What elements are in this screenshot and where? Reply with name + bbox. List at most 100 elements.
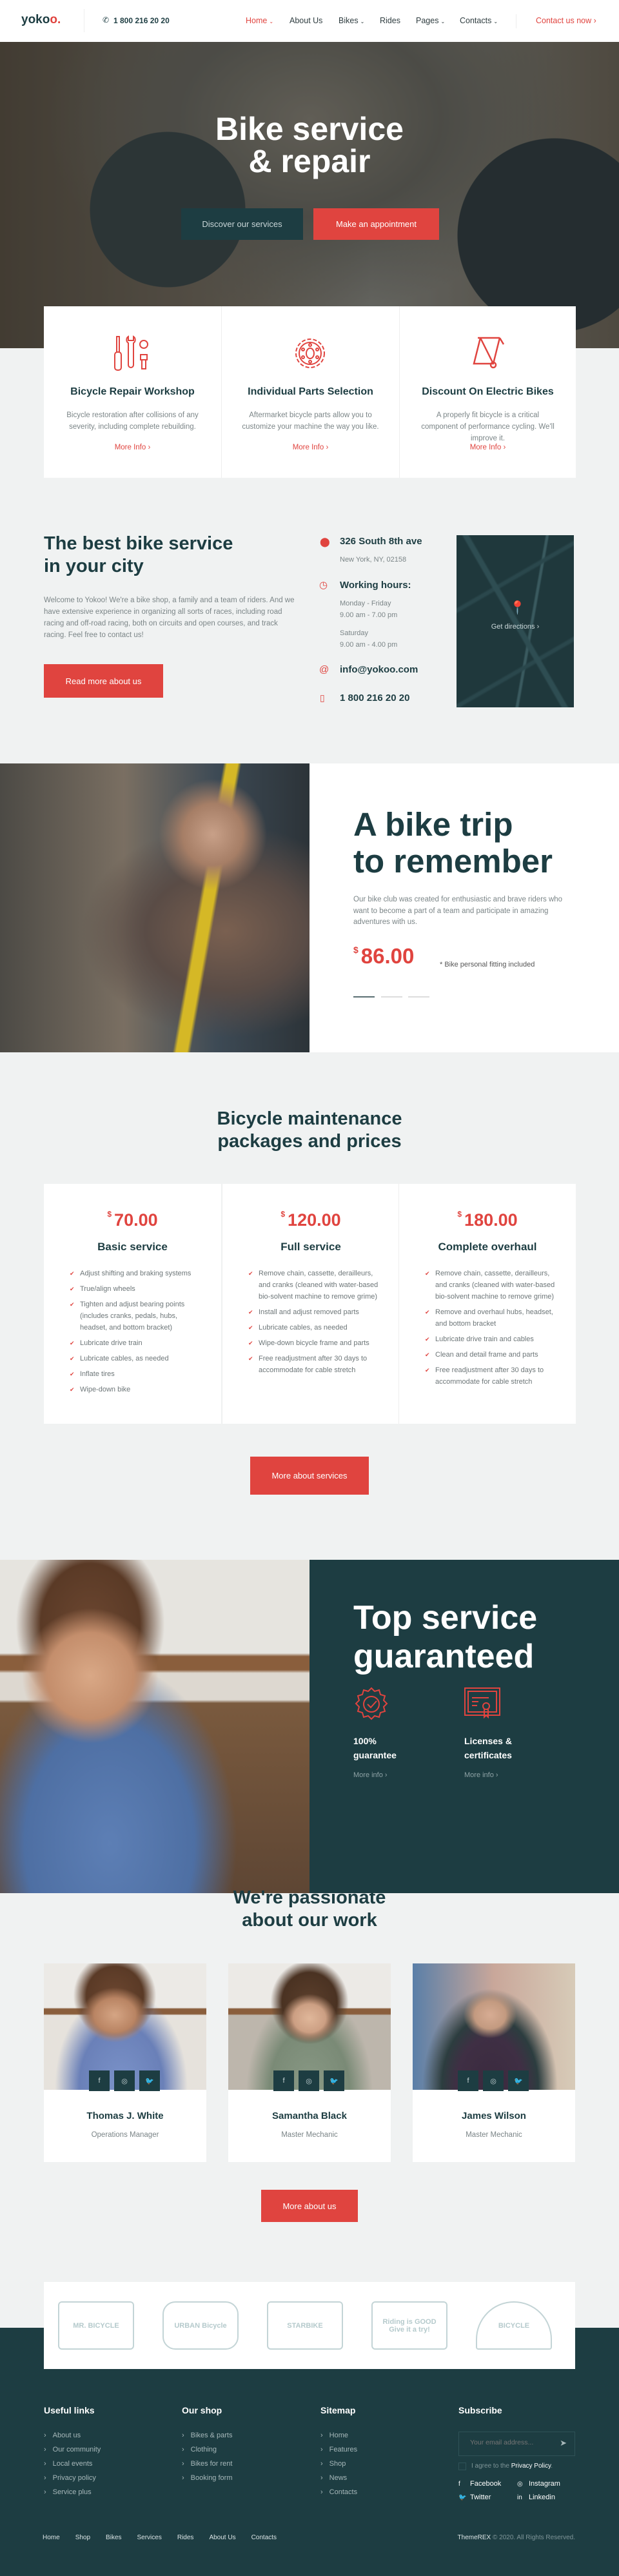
slide-dot[interactable]	[381, 996, 402, 998]
footer-link[interactable]: Local events	[44, 2457, 101, 2471]
nav-contacts[interactable]: Contacts ⌄	[460, 16, 498, 25]
more-about-services-button[interactable]: More about services	[250, 1457, 369, 1495]
item-line: certificates	[464, 1750, 512, 1760]
more-info-link[interactable]: More Info ›	[44, 444, 221, 451]
logo[interactable]: yokoo.	[21, 13, 61, 27]
brand-link[interactable]: ThemeREX	[458, 2534, 491, 2541]
bottom-link[interactable]: Bikes	[106, 2534, 121, 2541]
instagram-icon[interactable]: ◎	[299, 2070, 319, 2091]
header-phone[interactable]: 1 800 216 20 20	[113, 16, 170, 25]
map[interactable]: 📍 Get directions ›	[457, 535, 574, 707]
privacy-agreement: I agree to the Privacy Policy.	[471, 2463, 553, 2470]
plan-price: $180.00	[399, 1210, 576, 1230]
nav-pages[interactable]: Pages ⌄	[416, 16, 445, 25]
facebook-icon[interactable]: f	[89, 2070, 110, 2091]
footer-link[interactable]: Bikes for rent	[182, 2457, 233, 2471]
more-info-label: More Info	[292, 444, 324, 451]
feature-item: Remove chain, cassette, derailleurs, and…	[248, 1268, 384, 1303]
city: New York, NY, 02158	[340, 556, 407, 564]
linkedin-icon: in	[517, 2494, 522, 2501]
slide-dot-active[interactable]	[353, 996, 375, 998]
trip-panel: A bike trip to remember Our bike club wa…	[310, 763, 619, 1052]
facebook-icon[interactable]: f	[273, 2070, 294, 2091]
discover-services-button[interactable]: Discover our services	[181, 208, 303, 240]
bottom-link[interactable]: Contacts	[251, 2534, 277, 2541]
more-info-link[interactable]: More info ›	[464, 1771, 498, 1779]
partner-logo: STARBIKE	[267, 2301, 343, 2350]
social-link-facebook[interactable]: f Facebook	[458, 2480, 501, 2488]
team-card: f ◎ 🐦 James Wilson Master Mechanic	[413, 1963, 575, 2162]
footer-subscribe: Subscribe ➤ I agree to the Privacy Polic…	[458, 2405, 575, 2501]
pricing-title-line1: Bicycle maintenance	[217, 1108, 402, 1129]
nav-home[interactable]: Home ⌄	[246, 16, 273, 25]
footer-link[interactable]: Contacts	[320, 2485, 357, 2499]
footer-link[interactable]: News	[320, 2471, 357, 2485]
email-input[interactable]	[470, 2439, 554, 2446]
more-info-link[interactable]: More info ›	[353, 1771, 388, 1779]
more-about-us-button[interactable]: More about us	[261, 2190, 358, 2222]
bottom-link[interactable]: Rides	[177, 2534, 194, 2541]
phone-link[interactable]: 1 800 216 20 20	[340, 693, 409, 703]
footer-link[interactable]: Bikes & parts	[182, 2428, 233, 2443]
footer-column-useful-links: Useful links About usOur communityLocal e…	[44, 2405, 101, 2499]
nav-rides[interactable]: Rides	[380, 16, 400, 25]
instagram-icon[interactable]: ◎	[483, 2070, 504, 2091]
nav-bikes[interactable]: Bikes ⌄	[339, 16, 364, 25]
make-appointment-button[interactable]: Make an appointment	[313, 208, 439, 240]
footer-link[interactable]: Shop	[320, 2457, 357, 2471]
footer-link[interactable]: Features	[320, 2443, 357, 2457]
plan-features: Remove chain, cassette, derailleurs, and…	[425, 1268, 560, 1391]
footer-link[interactable]: Clothing	[182, 2443, 232, 2457]
bottom-link[interactable]: Services	[137, 2534, 162, 2541]
twitter-icon[interactable]: 🐦	[139, 2070, 160, 2091]
footer-link[interactable]: Home	[320, 2428, 357, 2443]
social-link-instagram[interactable]: ◎ Instagram	[517, 2480, 560, 2488]
feature-item: Clean and detail frame and parts	[425, 1349, 560, 1361]
feature-card: Discount On Electric Bikes A properly fi…	[400, 306, 576, 478]
read-more-about-button[interactable]: Read more about us	[44, 664, 163, 698]
social-link-linkedin[interactable]: in Linkedin	[517, 2493, 555, 2501]
address: 326 South 8th ave	[340, 536, 422, 547]
pricing-title: Bicycle maintenance packages and prices	[0, 1108, 619, 1153]
about-title-line2: in your city	[44, 556, 144, 576]
social-link-twitter[interactable]: 🐦 Twitter	[458, 2493, 491, 2501]
footer-links: Bikes & partsClothingBikes for rentBooki…	[182, 2428, 233, 2485]
email-link[interactable]: info@yokoo.com	[340, 664, 418, 675]
social-label: Linkedin	[529, 2493, 555, 2501]
team-card: f ◎ 🐦 Thomas J. White Operations Manager	[44, 1963, 206, 2162]
feature-item: Lubricate cables, as needed	[70, 1353, 206, 1364]
footer-link[interactable]: Our community	[44, 2443, 101, 2457]
bottom-link[interactable]: Shop	[75, 2534, 90, 2541]
privacy-checkbox[interactable]	[458, 2463, 466, 2470]
facebook-icon[interactable]: f	[458, 2070, 478, 2091]
facebook-icon: f	[458, 2481, 460, 2488]
footer-link[interactable]: Privacy policy	[44, 2471, 101, 2485]
agree-text: I agree to the	[471, 2463, 511, 2470]
contact-us-link[interactable]: Contact us now ›	[536, 16, 596, 25]
feature-item: Wipe-down bike	[70, 1384, 206, 1395]
feature-title: Bicycle Repair Workshop	[70, 386, 195, 397]
slide-dot[interactable]	[408, 996, 429, 998]
footer-link[interactable]: About us	[44, 2428, 101, 2443]
trip-price: $86.00	[353, 944, 414, 968]
privacy-policy-link[interactable]: Privacy Policy	[511, 2463, 551, 2470]
more-info-link[interactable]: More Info ›	[222, 444, 399, 451]
bottom-link[interactable]: About Us	[209, 2534, 235, 2541]
send-icon[interactable]: ➤	[560, 2438, 567, 2448]
footer-link[interactable]: Booking form	[182, 2471, 233, 2485]
currency: $	[457, 1210, 462, 1219]
twitter-icon[interactable]: 🐦	[324, 2070, 344, 2091]
weekdays-label: Monday - Friday	[340, 600, 391, 607]
instagram-icon[interactable]: ◎	[114, 2070, 135, 2091]
bottom-link[interactable]: Home	[43, 2534, 60, 2541]
nav-about[interactable]: About Us	[290, 16, 322, 25]
more-info-link[interactable]: More Info ›	[400, 444, 576, 451]
about-title-line1: The best bike service	[44, 533, 233, 554]
guarantee-item-title: Licenses & certificates	[464, 1734, 512, 1762]
bike-frame-icon	[473, 337, 505, 369]
more-info-label: More Info	[114, 444, 146, 451]
twitter-icon[interactable]: 🐦	[508, 2070, 529, 2091]
get-directions-link[interactable]: Get directions ›	[457, 623, 574, 631]
footer-link[interactable]: Service plus	[44, 2485, 101, 2499]
member-role: Master Mechanic	[281, 2131, 338, 2139]
